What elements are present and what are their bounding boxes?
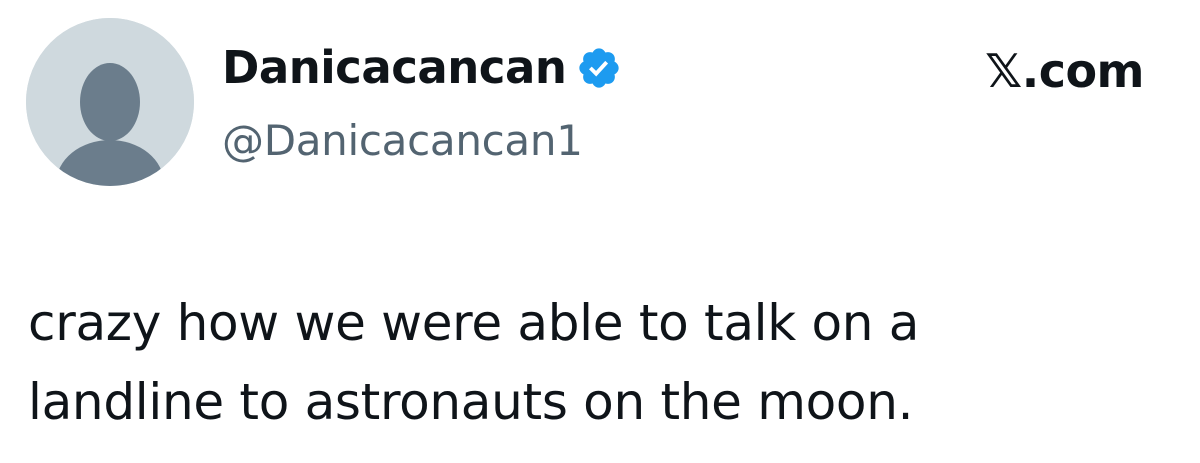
author-handle[interactable]: @Danicacancan1 <box>222 113 583 169</box>
site-label: 𝕏.com <box>985 44 1144 98</box>
default-avatar-icon <box>26 18 194 186</box>
author-name-row: Danicacancan <box>222 36 622 100</box>
tweet-text-line: crazy how we were able to talk on a <box>28 294 920 352</box>
verified-badge-icon <box>579 48 620 88</box>
tweet-text: crazy how we were able to talk on a land… <box>28 284 1168 442</box>
author-display-name[interactable]: Danicacancan <box>222 36 567 100</box>
avatar[interactable] <box>26 18 194 186</box>
tweet-text-line: landline to astronauts on the moon. <box>28 373 914 431</box>
tweet-card: Danicacancan @Danicacancan1 𝕏.com crazy … <box>0 0 1200 463</box>
